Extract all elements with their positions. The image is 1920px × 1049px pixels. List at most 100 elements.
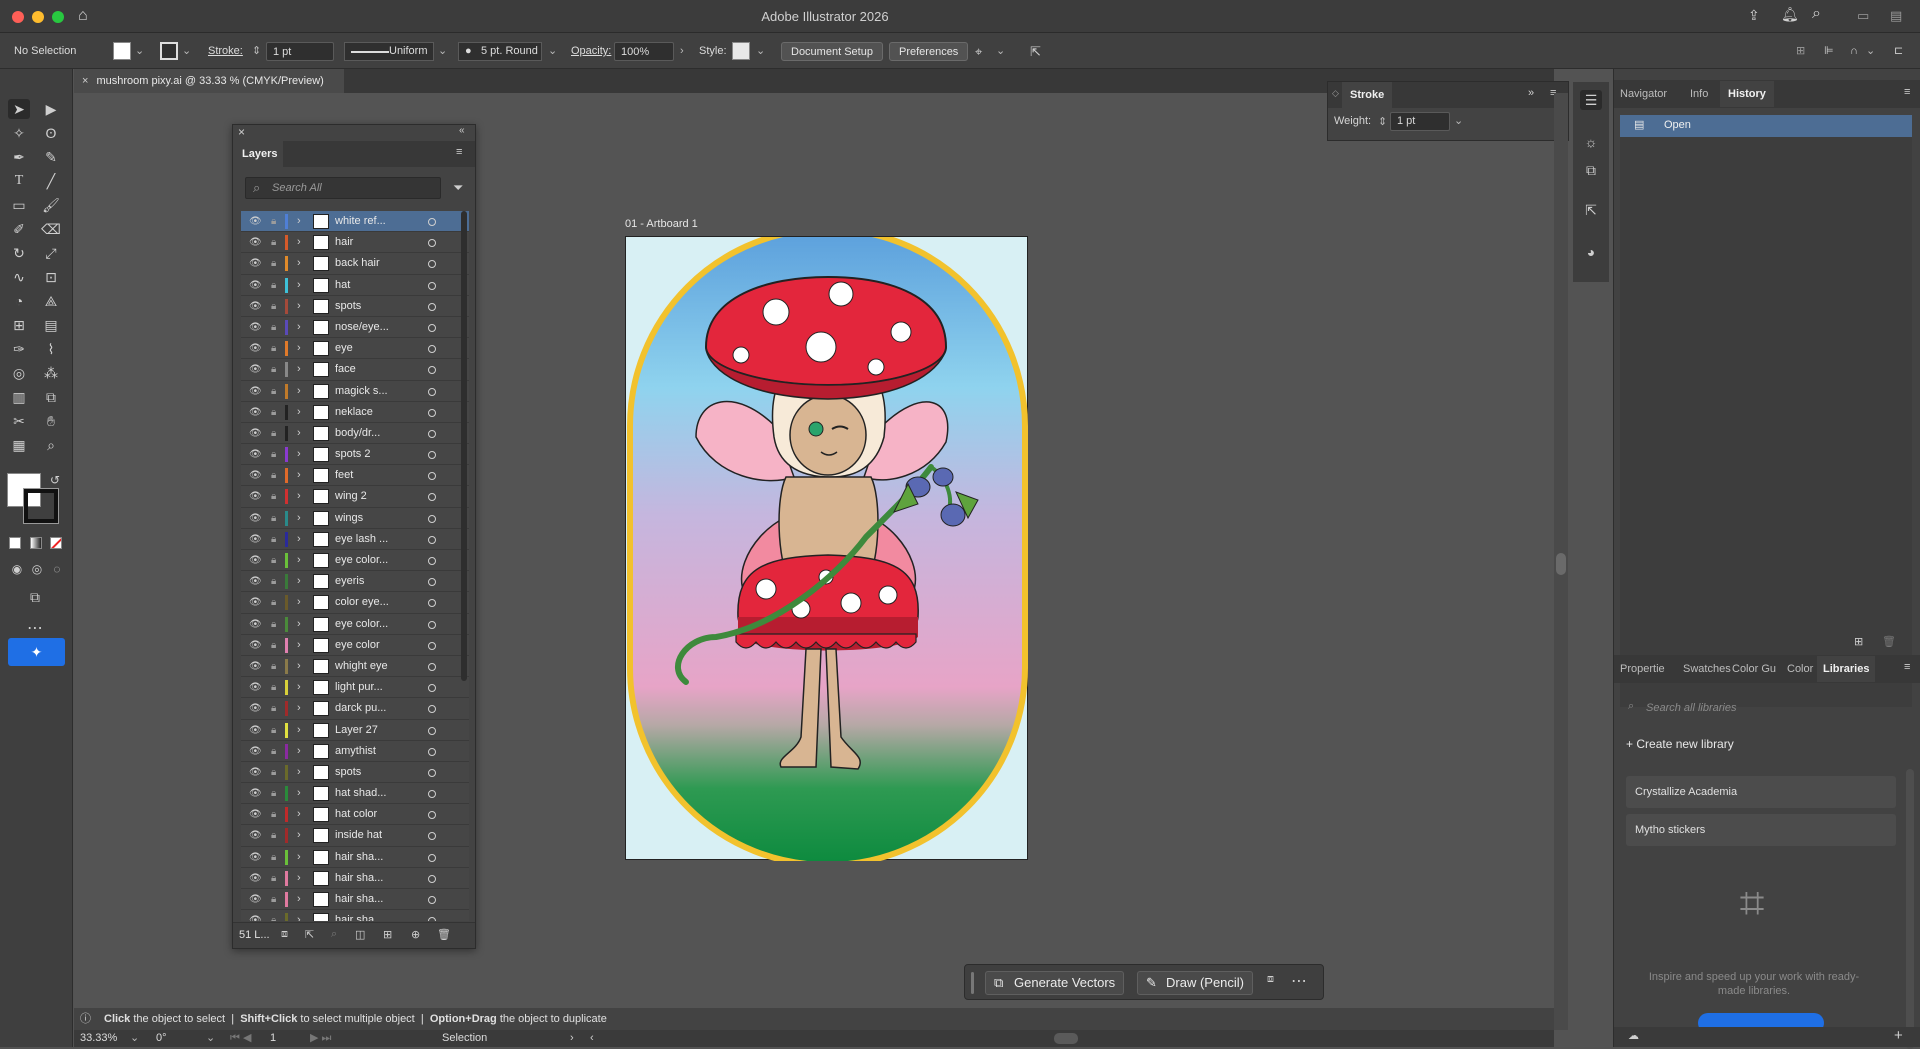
lock-icon[interactable]: 🔒︎ — [271, 762, 276, 783]
layer-name[interactable]: feet — [335, 465, 353, 486]
chevron-right-icon[interactable]: › — [297, 656, 301, 677]
lock-icon[interactable]: 🔒︎ — [271, 465, 276, 486]
layer-name[interactable]: eye lash ... — [335, 529, 388, 550]
eye-icon[interactable]: 👁︎ — [249, 614, 262, 635]
transform-icon[interactable]: ⧉ — [1580, 160, 1602, 180]
lock-icon[interactable]: 🔒︎ — [271, 910, 276, 921]
warp-tool-icon[interactable]: ∿ — [8, 267, 30, 287]
eye-icon[interactable]: 👁︎ — [249, 402, 262, 423]
chevron-right-icon[interactable]: › — [297, 402, 301, 423]
layer-name[interactable]: nose/eye... — [335, 317, 389, 338]
target-icon[interactable] — [428, 535, 436, 544]
layer-row[interactable]: 👁︎ 🔒︎ › eye lash ... — [241, 528, 469, 550]
layer-name[interactable]: light pur... — [335, 677, 383, 698]
blend-tool-icon[interactable]: ◎ — [8, 363, 30, 383]
snap-icon[interactable]: ∩ — [1850, 42, 1858, 61]
perspective-grid-tool-icon[interactable]: ⟁ — [40, 291, 62, 311]
chevron-right-icon[interactable]: › — [297, 635, 301, 656]
chevron-right-icon[interactable]: › — [297, 486, 301, 507]
layer-row[interactable]: 👁︎ 🔒︎ › hair sha... — [241, 910, 469, 921]
hand-tool-icon[interactable]: ✋︎ — [40, 411, 62, 431]
chevron-right-icon[interactable]: › — [297, 232, 301, 253]
close-tab-icon[interactable]: × — [82, 75, 88, 87]
chevron-right-icon[interactable]: › — [297, 211, 301, 232]
eye-icon[interactable]: 👁︎ — [249, 592, 262, 613]
tab-properties[interactable]: Propertie — [1620, 656, 1665, 682]
target-icon[interactable] — [428, 281, 436, 290]
layer-row[interactable]: 👁︎ 🔒︎ › wings — [241, 507, 469, 529]
chevron-down-icon[interactable]: ⌄ — [206, 1030, 215, 1047]
library-item[interactable]: Mytho stickers — [1626, 814, 1896, 846]
chevron-right-icon[interactable]: › — [297, 508, 301, 529]
target-icon[interactable] — [428, 896, 436, 904]
direct-selection-tool-icon[interactable]: ▶ — [40, 99, 62, 119]
new-snapshot-icon[interactable]: ⊞ — [1854, 635, 1863, 648]
rotate-tool-icon[interactable]: ↻ — [8, 243, 30, 263]
lock-icon[interactable]: 🔒︎ — [271, 720, 276, 741]
layer-row[interactable]: 👁︎ 🔒︎ › darck pu... — [241, 698, 469, 720]
chevron-right-icon[interactable]: › — [297, 444, 301, 465]
libraries-scrollbar[interactable] — [1906, 769, 1914, 1049]
layer-row[interactable]: 👁︎ 🔒︎ › eye — [241, 338, 469, 360]
line-tool-icon[interactable]: ╱ — [40, 171, 62, 191]
chevron-right-icon[interactable]: › — [297, 698, 301, 719]
layer-name[interactable]: neklace — [335, 402, 373, 423]
chevron-down-icon[interactable]: ⌄ — [130, 1030, 139, 1047]
layer-name[interactable]: white ref... — [335, 211, 386, 232]
layer-row[interactable]: 👁︎ 🔒︎ › inside hat — [241, 825, 469, 847]
target-icon[interactable] — [428, 493, 436, 502]
layer-row[interactable]: 👁︎ 🔒︎ › hair sha... — [241, 867, 469, 889]
magic-wand-tool-icon[interactable]: ✧ — [8, 123, 30, 143]
chevron-right-icon[interactable]: › — [297, 910, 301, 921]
stroke-label[interactable]: Stroke: — [208, 42, 243, 61]
layer-name[interactable]: eye color — [335, 635, 380, 656]
panel-menu-icon[interactable]: ≡ — [1904, 661, 1910, 673]
shaper-tool-icon[interactable]: ✐ — [8, 219, 30, 239]
tab-libraries[interactable]: Libraries — [1817, 656, 1876, 682]
target-icon[interactable] — [428, 514, 436, 523]
eye-icon[interactable]: 👁︎ — [249, 444, 262, 465]
eye-icon[interactable]: 👁︎ — [249, 508, 262, 529]
eye-icon[interactable]: 👁︎ — [249, 804, 262, 825]
more-icon[interactable]: ⋯ — [1291, 971, 1307, 991]
artboard-tool-icon[interactable]: ⧉ — [40, 387, 62, 407]
curvature-tool-icon[interactable]: ✎ — [40, 147, 62, 167]
chevron-down-icon[interactable]: ⌄ — [1454, 114, 1463, 127]
gradient-mode-icon[interactable] — [30, 537, 42, 549]
layer-name[interactable]: hair sha... — [335, 889, 383, 910]
layer-name[interactable]: magick s... — [335, 381, 388, 402]
layer-row[interactable]: 👁︎ 🔒︎ › nose/eye... — [241, 316, 469, 339]
new-sublayer-icon[interactable]: ⊞ — [383, 928, 392, 941]
eye-icon[interactable]: 👁︎ — [249, 529, 262, 550]
layer-row[interactable]: 👁︎ 🔒︎ › hair — [241, 232, 469, 254]
chevron-right-icon[interactable]: › — [297, 359, 301, 380]
preferences-button[interactable]: Preferences — [889, 42, 969, 61]
stepper-icon[interactable]: ⇕ — [1378, 115, 1387, 128]
chevron-down-icon[interactable]: ⌄ — [756, 42, 765, 61]
lock-icon[interactable]: 🔒︎ — [271, 381, 276, 402]
lock-icon[interactable]: 🔒︎ — [271, 486, 276, 507]
tab-stroke[interactable]: Stroke — [1342, 82, 1393, 108]
eye-icon[interactable]: 👁︎ — [249, 656, 262, 677]
target-icon[interactable] — [428, 684, 436, 693]
target-icon[interactable] — [428, 366, 436, 375]
layer-list-scrollbar[interactable] — [461, 211, 467, 681]
share-icon[interactable]: ⇪ — [1748, 7, 1760, 24]
chevron-down-icon[interactable]: ⌄ — [996, 42, 1005, 61]
chevron-right-icon[interactable]: › — [680, 42, 684, 61]
eye-icon[interactable]: 👁︎ — [249, 868, 262, 889]
eye-icon[interactable]: 👁︎ — [249, 741, 262, 762]
chevron-right-icon[interactable]: › — [297, 338, 301, 359]
lock-icon[interactable]: 🔒︎ — [271, 868, 276, 889]
filter-icon[interactable]: ⏷ — [453, 180, 463, 196]
lock-icon[interactable]: 🔒︎ — [271, 783, 276, 804]
chevron-right-icon[interactable]: › — [297, 465, 301, 486]
tab-layers[interactable]: Layers — [233, 141, 283, 167]
symbol-sprayer-tool-icon[interactable]: ⁂ — [40, 363, 62, 383]
chevron-right-icon[interactable]: › — [297, 275, 301, 296]
lock-icon[interactable]: 🔒︎ — [271, 275, 276, 296]
layer-row[interactable]: 👁︎ 🔒︎ › Layer 27 — [241, 719, 469, 741]
target-icon[interactable] — [428, 345, 436, 354]
target-icon[interactable] — [428, 302, 436, 311]
target-icon[interactable] — [428, 387, 436, 396]
